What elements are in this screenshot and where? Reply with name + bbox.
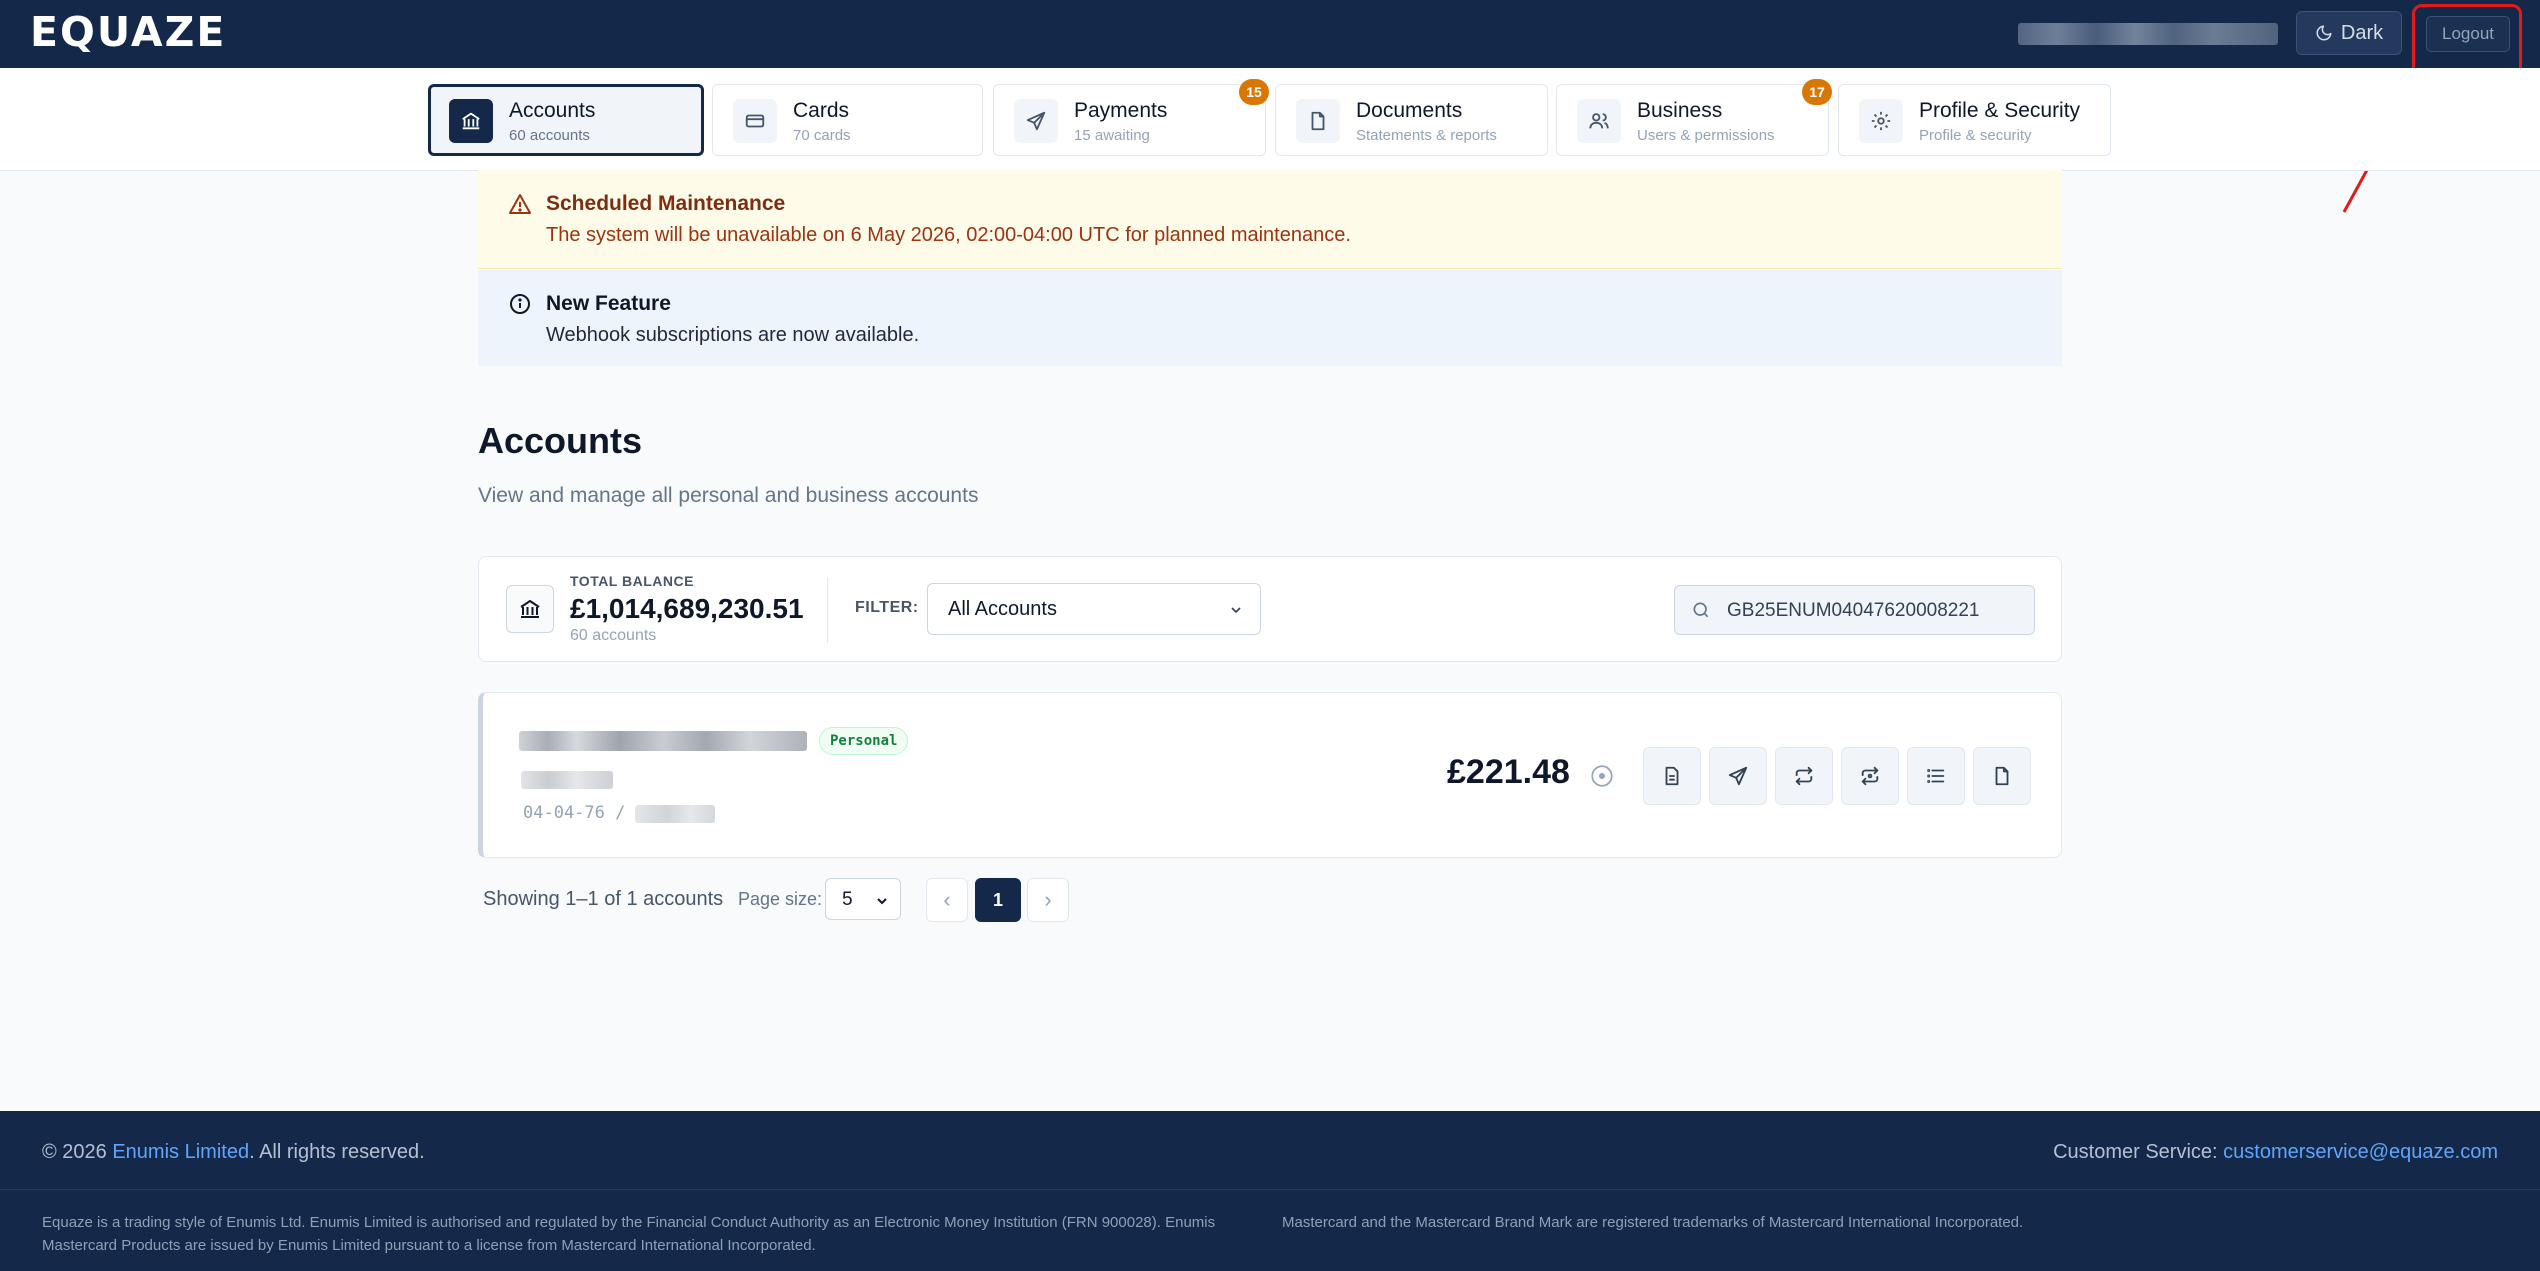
account-type-badge: Personal (819, 727, 909, 755)
tab-profile-security[interactable]: Profile & Security Profile & security (1838, 84, 2111, 156)
tab-business[interactable]: Business Users & permissions 17 (1556, 79, 1832, 156)
alert-title: Scheduled Maintenance (546, 192, 786, 215)
account-count: 60 accounts (570, 627, 657, 644)
account-number-redacted (635, 805, 715, 823)
send-icon (1728, 766, 1748, 786)
dark-mode-label: Dark (2340, 21, 2384, 44)
customer-service-label: Customer Service: (2053, 1141, 2224, 1163)
current-page-button[interactable]: 1 (975, 878, 1021, 922)
tab-documents[interactable]: Documents Statements & reports (1275, 84, 1548, 156)
card-icon (733, 99, 777, 143)
send-icon (1014, 99, 1058, 143)
total-balance-label: TOTAL BALANCE (570, 573, 694, 589)
total-balance-amount: £1,014,689,230.51 (570, 593, 804, 624)
balance-summary-bar: TOTAL BALANCE £1,014,689,230.51 60 accou… (478, 556, 2062, 662)
warning-icon (509, 194, 531, 214)
info-icon (510, 294, 530, 314)
copyright-suffix: . All rights reserved. (249, 1141, 425, 1163)
tab-sublabel: Users & permissions (1637, 127, 1775, 144)
tab-sublabel: Profile & security (1919, 127, 2032, 144)
copyright: © 2026 Enumis Limited. All rights reserv… (42, 1141, 425, 1164)
chevron-down-icon (877, 898, 887, 905)
alert-text: The system will be unavailable on 6 May … (546, 224, 1351, 246)
statement-icon (1665, 766, 1679, 786)
bank-icon (449, 99, 493, 143)
transfer-button[interactable] (1775, 747, 1833, 805)
page-size-value: 5 (842, 889, 853, 910)
moon-icon (2316, 25, 2332, 41)
file-icon (1995, 766, 2009, 786)
user-name-redacted (2018, 23, 2278, 45)
statement-button[interactable] (1643, 747, 1701, 805)
maintenance-alert: Scheduled Maintenance The system will be… (478, 170, 2062, 269)
customer-service: Customer Service: customerservice@equaze… (2053, 1141, 2498, 1164)
transfer-icon (1795, 766, 1813, 786)
trademark-notice: Mastercard and the Mastercard Brand Mark… (1282, 1214, 2024, 1231)
customer-service-email-link[interactable]: customerservice@equaze.com (2223, 1141, 2498, 1163)
filter-label: FILTER: (855, 599, 919, 616)
bank-icon (506, 585, 554, 633)
previous-page-button[interactable]: ‹ (926, 878, 968, 922)
tab-label: Cards (793, 99, 850, 122)
divider (827, 577, 828, 643)
company-link[interactable]: Enumis Limited (112, 1141, 249, 1163)
footer-divider (0, 1189, 2540, 1190)
copyright-prefix: © 2026 (42, 1141, 113, 1163)
tab-cards[interactable]: Cards 70 cards (712, 84, 983, 156)
exchange-icon (1861, 766, 1879, 786)
exchange-button[interactable] (1841, 747, 1899, 805)
users-icon (1577, 99, 1621, 143)
footer: © 2026 Enumis Limited. All rights reserv… (0, 1111, 2540, 1271)
tab-label: Business (1637, 99, 1723, 122)
page-title: Accounts (478, 420, 643, 461)
tab-sublabel: Statements & reports (1356, 127, 1497, 144)
page-subtitle: View and manage all personal and busines… (478, 484, 979, 507)
legal-notice: Equaze is a trading style of Enumis Ltd.… (42, 1214, 1216, 1254)
search-input[interactable]: GB25ENUM04047620008221 (1674, 585, 2035, 635)
document-icon (1296, 99, 1340, 143)
search-icon (1693, 602, 1709, 618)
balance-info-icon[interactable] (1589, 763, 1615, 789)
business-count-badge: 17 (1802, 79, 1832, 105)
chevron-down-icon (1231, 607, 1241, 614)
tab-sublabel: 70 cards (793, 127, 851, 144)
tab-label: Documents (1356, 99, 1463, 122)
page-size-select[interactable]: 5 (825, 878, 901, 920)
tab-accounts[interactable]: Accounts 60 accounts (428, 84, 704, 156)
filter-value: All Accounts (948, 598, 1057, 620)
send-payment-button[interactable] (1709, 747, 1767, 805)
gear-icon (1859, 99, 1903, 143)
account-name-redacted (519, 731, 807, 751)
account-balance: £221.48 (1447, 753, 1570, 791)
tab-label: Accounts (509, 99, 596, 122)
top-bar: EQUAZE Dark Logout (0, 0, 2540, 68)
pagination-summary: Showing 1–1 of 1 accounts (483, 888, 724, 910)
tab-sublabel: 15 awaiting (1074, 127, 1150, 144)
documents-button[interactable] (1973, 747, 2031, 805)
tab-label: Payments (1074, 99, 1168, 122)
page-size-label: Page size: (738, 889, 823, 909)
feature-alert: New Feature Webhook subscriptions are no… (478, 270, 2062, 366)
account-card[interactable]: Personal 04-04-76 / £221.48 (478, 692, 2062, 858)
alert-title: New Feature (546, 292, 671, 315)
tab-payments[interactable]: Payments 15 awaiting 15 (993, 79, 1269, 156)
sort-code: 04-04-76 / (523, 803, 626, 823)
list-icon (1927, 769, 1945, 783)
transactions-button[interactable] (1907, 747, 1965, 805)
alert-text: Webhook subscriptions are now available. (546, 324, 920, 346)
payments-count-badge: 15 (1239, 79, 1269, 105)
account-filter-select[interactable]: All Accounts (927, 583, 1261, 635)
next-page-button[interactable]: › (1027, 878, 1069, 922)
equaze-logo[interactable]: EQUAZE (30, 8, 226, 56)
tab-sublabel: 60 accounts (509, 127, 590, 144)
account-holder-redacted (521, 771, 613, 789)
tab-label: Profile & Security (1919, 99, 2081, 122)
main-nav: Accounts 60 accounts Cards 70 cards Paym… (0, 68, 2540, 171)
search-value: GB25ENUM04047620008221 (1727, 600, 1980, 621)
dark-mode-button[interactable]: Dark (2296, 11, 2402, 55)
